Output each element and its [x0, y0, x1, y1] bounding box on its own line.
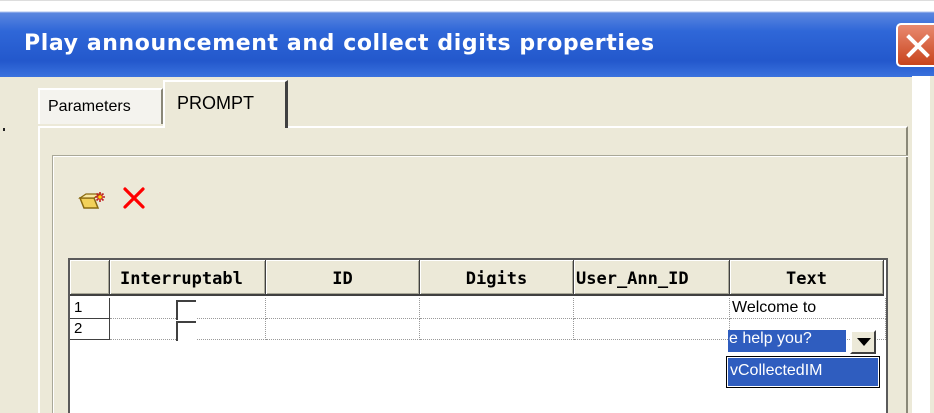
window-right-edge-inner — [930, 76, 934, 413]
cell-text-1[interactable]: Welcome to — [730, 298, 886, 319]
cell-digits-1[interactable] — [420, 298, 574, 319]
column-header-digits[interactable]: Digits — [420, 260, 574, 296]
cell-id-1[interactable] — [266, 298, 420, 319]
text-combo-dropdown-list: vCollectedIM — [726, 356, 880, 388]
interruptable-checkbox-1[interactable] — [176, 300, 196, 320]
row-number-2[interactable]: 2 — [70, 319, 110, 340]
new-row-button[interactable] — [78, 188, 108, 216]
cell-id-2[interactable] — [266, 319, 420, 340]
close-icon — [906, 34, 930, 58]
dropdown-option[interactable]: vCollectedIM — [728, 358, 878, 386]
tab-prompt[interactable]: PROMPT — [163, 80, 288, 128]
interruptable-checkbox-2[interactable] — [176, 321, 196, 341]
tab-prompt-label: PROMPT — [177, 93, 255, 113]
chevron-down-icon — [857, 338, 871, 346]
text-value-1: Welcome to — [732, 299, 817, 316]
column-header-interruptable[interactable]: Interruptabl — [110, 260, 266, 296]
text-combo-value-2[interactable]: e help you? — [728, 330, 846, 352]
cell-user-ann-id-2[interactable] — [574, 319, 730, 340]
close-button[interactable] — [896, 23, 934, 67]
cell-digits-2[interactable] — [420, 319, 574, 340]
window-title: Play announcement and collect digits pro… — [24, 31, 655, 56]
delete-row-button[interactable] — [120, 184, 148, 216]
text-combo-dropdown-button[interactable] — [850, 330, 876, 354]
tab-parameters-label: Parameters — [48, 98, 131, 115]
cell-interruptable-1[interactable] — [110, 298, 266, 320]
column-header-user-ann-id[interactable]: User_Ann_ID — [574, 260, 730, 296]
column-header-text[interactable]: Text — [730, 260, 884, 296]
cell-user-ann-id-1[interactable] — [574, 298, 730, 319]
row-number-1[interactable]: 1 — [70, 298, 110, 319]
tab-parameters[interactable]: Parameters — [38, 88, 163, 124]
window-edge-mark — [3, 128, 5, 131]
grid-corner-header — [70, 260, 110, 296]
new-row-icon — [78, 192, 105, 209]
cell-interruptable-2[interactable] — [110, 319, 266, 341]
title-bar: Play announcement and collect digits pro… — [0, 0, 934, 77]
column-header-id[interactable]: ID — [266, 260, 420, 296]
delete-icon — [123, 187, 145, 209]
